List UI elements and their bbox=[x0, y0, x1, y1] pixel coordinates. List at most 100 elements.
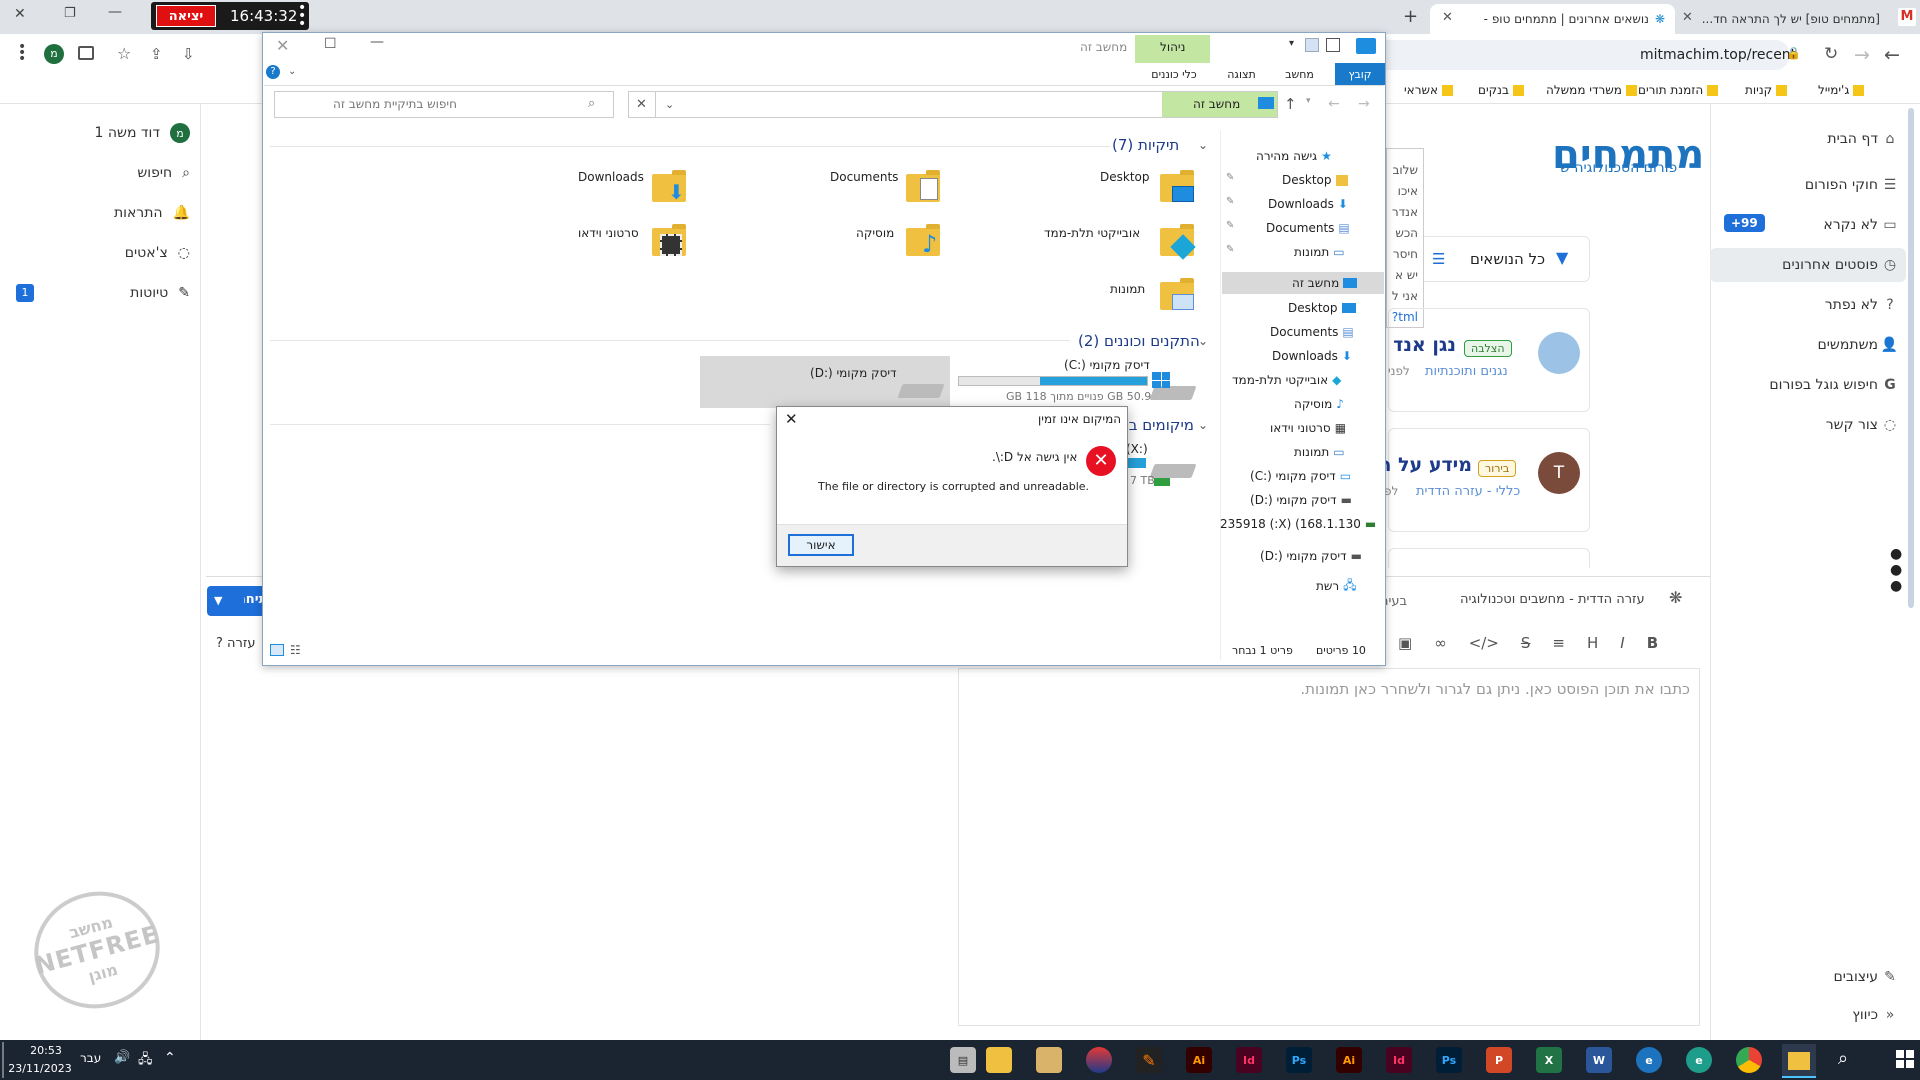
nav-recent[interactable]: ◷ פוסטים אחרונים bbox=[1710, 248, 1906, 282]
ribbon-tab-computer[interactable]: מחשב bbox=[1272, 63, 1327, 85]
heading-icon[interactable]: H bbox=[1587, 634, 1598, 652]
tab-gmail[interactable]: [מתמחים טופ] יש לך התראה חד... bbox=[1680, 4, 1890, 34]
nav-home[interactable]: ⌂ דף הבית bbox=[1710, 122, 1920, 156]
illustrator-icon[interactable]: Ai bbox=[1186, 1047, 1212, 1073]
dialog-close-icon[interactable]: ✕ bbox=[785, 410, 798, 428]
chevron-down-icon[interactable]: ▼ bbox=[214, 594, 222, 607]
code-icon[interactable]: </> bbox=[1469, 634, 1499, 652]
netfree-exit-button[interactable]: יציאה bbox=[156, 5, 216, 27]
pin-icon[interactable]: ✎ bbox=[1226, 196, 1234, 207]
folder-music[interactable]: ♪ bbox=[906, 224, 940, 260]
nav-users[interactable]: 👤 משתמשים bbox=[1710, 328, 1920, 362]
ribbon-tab-drive-tools[interactable]: כלי כוננים bbox=[1138, 63, 1210, 85]
italic-icon[interactable]: I bbox=[1620, 634, 1624, 652]
nav-item[interactable]: ▭ תמונות bbox=[1294, 440, 1345, 464]
close-icon[interactable]: ✕ bbox=[276, 36, 289, 55]
nav-network[interactable]: 🖧 רשת bbox=[1316, 574, 1357, 598]
topic-title[interactable]: מידע על ר bbox=[1384, 454, 1472, 476]
ribbon-tab-file[interactable]: קובץ bbox=[1335, 63, 1385, 85]
folder-label[interactable]: מוסיקה bbox=[856, 226, 894, 240]
scrollbar[interactable] bbox=[1908, 108, 1914, 608]
install-icon[interactable]: ⇩ bbox=[182, 45, 195, 63]
pin-icon[interactable]: ✎ bbox=[1226, 220, 1234, 231]
nav-item[interactable]: ▭ תמונות bbox=[1294, 240, 1345, 264]
folder-desktop[interactable] bbox=[1160, 170, 1194, 206]
bookmark-item[interactable]: קניות bbox=[1745, 80, 1788, 100]
folders-section-header[interactable]: תיקיות (7) bbox=[1112, 136, 1179, 154]
nav-item[interactable]: ◆ אובייקטי תלת-ממד bbox=[1232, 368, 1341, 392]
composer-breadcrumb[interactable]: עזרה הדדית - מחשבים וטכנולוגיה bbox=[1460, 592, 1645, 607]
folder-icon[interactable] bbox=[986, 1047, 1012, 1073]
details-view-icon[interactable] bbox=[270, 644, 284, 656]
folder-label[interactable]: תמונות bbox=[1110, 282, 1145, 296]
side-panel-icon[interactable] bbox=[78, 46, 94, 60]
start-icon[interactable] bbox=[1896, 1050, 1914, 1068]
minimize-icon[interactable]: — bbox=[370, 34, 384, 50]
new-folder-icon[interactable] bbox=[1305, 38, 1319, 52]
nav-item[interactable]: ▤ Documents bbox=[1270, 320, 1354, 344]
show-desktop[interactable] bbox=[2, 1042, 4, 1078]
language-indicator[interactable]: עבר bbox=[80, 1051, 101, 1065]
back-icon[interactable]: → bbox=[1358, 96, 1370, 112]
app-icon[interactable] bbox=[1086, 1047, 1112, 1073]
path-crumb[interactable]: מחשב זה bbox=[1193, 97, 1240, 111]
volume-icon[interactable]: 🔊 bbox=[114, 1050, 130, 1065]
list-icon[interactable]: ☰ bbox=[1432, 250, 1445, 268]
edge-icon[interactable]: e bbox=[1686, 1047, 1712, 1073]
clear-path-icon[interactable]: ✕ bbox=[628, 92, 656, 117]
folder-label[interactable]: Downloads bbox=[578, 170, 644, 184]
chevron-down-icon[interactable]: ⌄ bbox=[1198, 334, 1208, 348]
word-icon[interactable]: W bbox=[1586, 1047, 1612, 1073]
folder-pictures[interactable] bbox=[1160, 278, 1194, 314]
close-icon[interactable]: ✕ bbox=[1442, 10, 1453, 25]
nav-item[interactable]: ▬ 168.1.130) (X:) 235918 bbox=[1220, 512, 1376, 536]
filter-icon[interactable]: ▼ bbox=[1556, 248, 1568, 267]
ribbon-tab-view[interactable]: תצוגה bbox=[1214, 63, 1269, 85]
forward-icon[interactable]: → bbox=[1854, 44, 1870, 66]
menu-icon[interactable]: • • • bbox=[18, 40, 26, 66]
nav-item[interactable]: ▬ דיסק מקומי (:D) bbox=[1250, 488, 1352, 512]
window-restore-icon[interactable]: ❐ bbox=[64, 6, 76, 21]
new-tab-icon[interactable]: + bbox=[1403, 6, 1418, 27]
nav-quick-access[interactable]: ★ גישה מהירה bbox=[1256, 144, 1332, 168]
nav-contact[interactable]: ◌ צור קשר bbox=[1710, 408, 1920, 442]
excel-icon[interactable]: X bbox=[1536, 1047, 1562, 1073]
window-close-icon[interactable]: ✕ bbox=[14, 6, 26, 22]
star-icon[interactable]: ☆ bbox=[117, 44, 131, 63]
pin-icon[interactable]: ✎ bbox=[1226, 244, 1234, 255]
topic-card[interactable] bbox=[1388, 548, 1590, 568]
lock-icon[interactable]: 🔒 bbox=[1786, 46, 1801, 60]
folder-documents[interactable] bbox=[906, 170, 940, 206]
clock-date[interactable]: 23/11/2023 bbox=[8, 1062, 72, 1075]
left-nav-notifications[interactable]: התראות 🔔 bbox=[60, 198, 190, 228]
bookmark-item[interactable]: משרדי ממשלה bbox=[1546, 80, 1637, 100]
folder-videos[interactable] bbox=[652, 224, 686, 260]
expand-ribbon-icon[interactable]: ⌄ bbox=[288, 66, 296, 77]
qat-dropdown-icon[interactable]: ▾ bbox=[1289, 38, 1294, 49]
ie-icon[interactable]: e bbox=[1636, 1047, 1662, 1073]
left-nav-drafts[interactable]: טיוטות ✎ bbox=[60, 278, 190, 308]
network-section-header[interactable]: מיקומים ב bbox=[1124, 416, 1194, 434]
folder-label[interactable]: Documents bbox=[830, 170, 898, 184]
network-icon[interactable]: 🖧 bbox=[138, 1050, 153, 1072]
list-icon[interactable]: ≡ bbox=[1552, 634, 1565, 652]
drive-d-label[interactable]: דיסק מקומי (:D) bbox=[810, 366, 897, 380]
path-dropdown-icon[interactable]: ⌄ bbox=[665, 98, 674, 111]
bookmark-item[interactable]: אשראי bbox=[1404, 80, 1454, 100]
bold-icon[interactable]: B bbox=[1647, 634, 1658, 652]
recent-dropdown-icon[interactable]: ▾ bbox=[1306, 96, 1311, 106]
nav-item[interactable]: Desktop bbox=[1282, 168, 1348, 192]
topic-title[interactable]: נגן אנדרו bbox=[1394, 334, 1456, 356]
nav-item[interactable]: ▭ דיסק מקומי (:C) bbox=[1250, 464, 1351, 488]
nav-collapse[interactable]: «כיווץ bbox=[1710, 998, 1920, 1032]
help-icon[interactable]: ? bbox=[266, 65, 280, 79]
nav-item[interactable]: ♪ מוסיקה bbox=[1294, 392, 1344, 416]
maximize-icon[interactable]: ☐ bbox=[324, 36, 337, 52]
forward-icon[interactable]: ← bbox=[1328, 96, 1340, 112]
illustrator-icon[interactable]: Ai bbox=[1336, 1047, 1362, 1073]
indesign-icon[interactable]: Id bbox=[1386, 1047, 1412, 1073]
bookmark-item[interactable]: ג'ימייל bbox=[1818, 80, 1865, 100]
pin-icon[interactable]: ✎ bbox=[1226, 172, 1234, 183]
reload-icon[interactable]: ↻ bbox=[1824, 44, 1838, 64]
strikethrough-icon[interactable]: S bbox=[1521, 634, 1531, 652]
